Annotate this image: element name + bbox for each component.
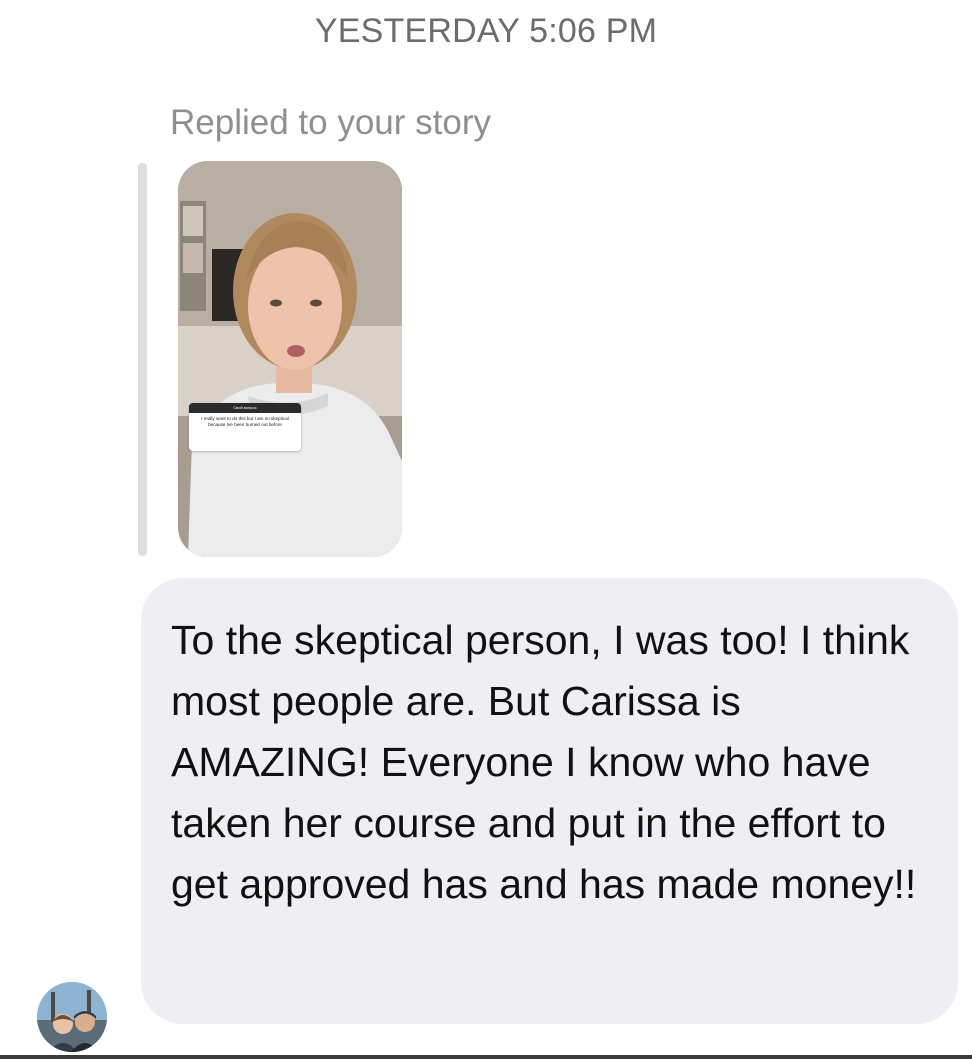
dm-thread: YESTERDAY 5:06 PM Replied to your story	[0, 0, 972, 1059]
message-timestamp: YESTERDAY 5:06 PM	[314, 12, 658, 50]
story-photo	[178, 161, 402, 557]
bottom-divider	[0, 1055, 972, 1059]
reply-context-label: Replied to your story	[170, 103, 491, 142]
question-sticker-header: Свой вопрос	[189, 403, 301, 413]
story-thumbnail[interactable]: Свой вопрос I really want to do this but…	[178, 161, 402, 557]
reply-indicator-bar	[138, 163, 147, 556]
message-text: To the skeptical person, I was too! I th…	[171, 617, 917, 907]
sender-avatar[interactable]	[37, 982, 107, 1052]
message-bubble[interactable]: To the skeptical person, I was too! I th…	[141, 578, 958, 1024]
question-sticker: Свой вопрос I really want to do this but…	[189, 403, 301, 451]
avatar-photo-icon	[37, 982, 107, 1052]
question-sticker-text: I really want to do this but I am so ske…	[201, 416, 289, 427]
